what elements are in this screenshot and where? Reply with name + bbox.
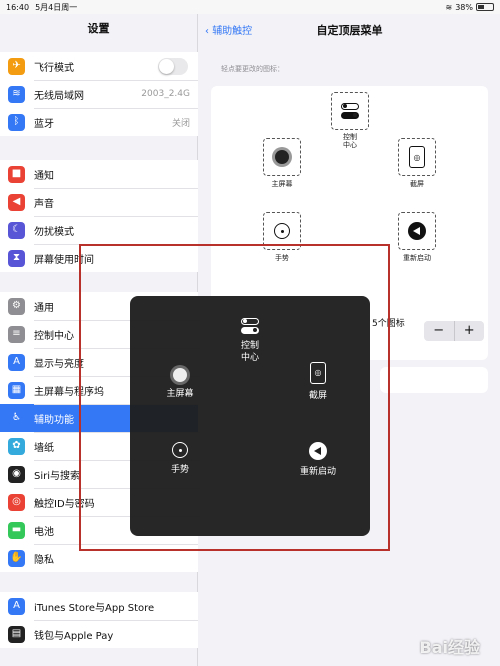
- slot-restart-label: 重新启动: [403, 254, 431, 262]
- page-title: 自定顶层菜单: [316, 24, 383, 37]
- notifications-icon: ■: [8, 165, 25, 183]
- slot-screenshot[interactable]: ◎: [398, 138, 436, 176]
- sidebar-item-label: 显示与亮度: [34, 358, 84, 370]
- sidebar-item-label: iTunes Store与App Store: [34, 602, 155, 614]
- sidebar-item-label: 蓝牙: [34, 118, 54, 130]
- sidebar-item-label: 钱包与Apple Pay: [34, 630, 114, 642]
- sidebar-item-value: 2003_2.4G: [141, 89, 190, 99]
- slot-home[interactable]: [263, 138, 301, 176]
- sidebar-group-store: AiTunes Store与App Store ▤ 钱包与Apple Pay: [0, 592, 198, 648]
- watermark-logo: Bai经验: [419, 638, 480, 657]
- status-time: 16:40: [6, 2, 30, 12]
- sidebar-item[interactable]: AiTunes Store与App Store: [0, 592, 198, 620]
- sidebar-item-label: 墙纸: [34, 442, 54, 454]
- decrement-button[interactable]: −: [424, 321, 454, 341]
- highlight-frame: [79, 244, 390, 551]
- sidebar-item[interactable]: ✈ 飞行模式: [0, 52, 198, 80]
- sidebar-item-label: 隐私: [34, 554, 54, 566]
- sidebar-title: 设置: [87, 22, 110, 35]
- siri-icon: ◉: [8, 465, 25, 483]
- gesture-icon: [274, 223, 290, 239]
- sidebar-item[interactable]: ◀ 声音: [0, 188, 198, 216]
- battery-icon: [476, 3, 494, 11]
- sidebar-item[interactable]: ▤ 钱包与Apple Pay: [0, 620, 198, 648]
- status-bar: 16:40 5月4日周一 ≋ 38%: [0, 0, 500, 14]
- slot-restart[interactable]: [398, 212, 436, 250]
- sidebar-item-label: 飞行模式: [34, 62, 74, 74]
- display-icon: A: [8, 353, 25, 371]
- sidebar-item[interactable]: ≋ 无线局域网 2003_2.4G: [0, 80, 198, 108]
- detail-navbar: ‹ 辅助触控 自定顶层菜单: [199, 14, 500, 44]
- home-screen-icon: ▦: [8, 381, 25, 399]
- status-right: ≋ 38%: [446, 3, 494, 12]
- sidebar-item-value: 关闭: [171, 118, 190, 129]
- sidebar-item-label: 勿扰模式: [34, 226, 74, 238]
- accessibility-icon: ♿: [8, 409, 25, 427]
- gear-icon: ⚙: [8, 297, 25, 315]
- wifi-status-icon: ≋: [445, 2, 453, 12]
- wallpaper-icon: ✿: [8, 437, 25, 455]
- restart-icon: [408, 222, 426, 240]
- sidebar-item-label: 通用: [34, 302, 54, 314]
- airplane-icon: ✈: [8, 57, 25, 75]
- hourglass-icon: ⧗: [8, 249, 25, 267]
- slot-screenshot-label: 截屏: [410, 180, 424, 188]
- sidebar-item-label: Siri与搜索: [34, 470, 81, 482]
- hand-icon: ✋: [8, 549, 25, 567]
- wallet-icon: ▤: [8, 625, 25, 643]
- slot-control-center-label: 控制 中心: [343, 133, 357, 150]
- sidebar-item-label: 电池: [34, 526, 54, 538]
- reset-row[interactable]: [380, 367, 488, 393]
- sidebar-item[interactable]: ■ 通知: [0, 160, 198, 188]
- sidebar-item[interactable]: ☾ 勿扰模式: [0, 216, 198, 244]
- sidebar-item-label: 辅助功能: [34, 414, 74, 426]
- increment-button[interactable]: +: [453, 321, 485, 341]
- wifi-icon: ≋: [8, 85, 25, 103]
- sidebar-item-label: 控制中心: [34, 330, 74, 342]
- airplane-mode-toggle[interactable]: [158, 57, 188, 75]
- moon-icon: ☾: [8, 221, 25, 239]
- icon-count-stepper[interactable]: − +: [424, 321, 484, 341]
- control-center-icon: ≡: [8, 325, 25, 343]
- screenshot-icon: ◎: [409, 146, 425, 168]
- bluetooth-icon: ᛒ: [8, 113, 25, 131]
- sidebar-item-label: 无线局域网: [34, 90, 84, 102]
- sidebar-item[interactable]: ᛒ 蓝牙 关闭: [0, 108, 198, 136]
- sidebar-group-connectivity: ✈ 飞行模式 ≋ 无线局域网 2003_2.4G ᛒ 蓝牙 关闭: [0, 52, 198, 136]
- sidebar-item-label: 通知: [34, 170, 54, 182]
- slot-home-label: 主屏幕: [271, 180, 293, 188]
- slot-control-center[interactable]: [331, 92, 369, 130]
- sound-icon: ◀: [8, 193, 25, 211]
- sidebar-item-label: 声音: [34, 198, 54, 210]
- home-button-icon: [275, 150, 289, 164]
- app-store-icon: A: [8, 597, 25, 615]
- battery-icon: ▬: [8, 521, 25, 539]
- status-date: 5月4日周一: [35, 2, 78, 12]
- toggles-icon: [341, 103, 359, 119]
- fingerprint-icon: ◎: [8, 493, 25, 511]
- edit-hint: 轻点要更改的图标：: [221, 65, 284, 73]
- battery-percent: 38%: [455, 2, 473, 12]
